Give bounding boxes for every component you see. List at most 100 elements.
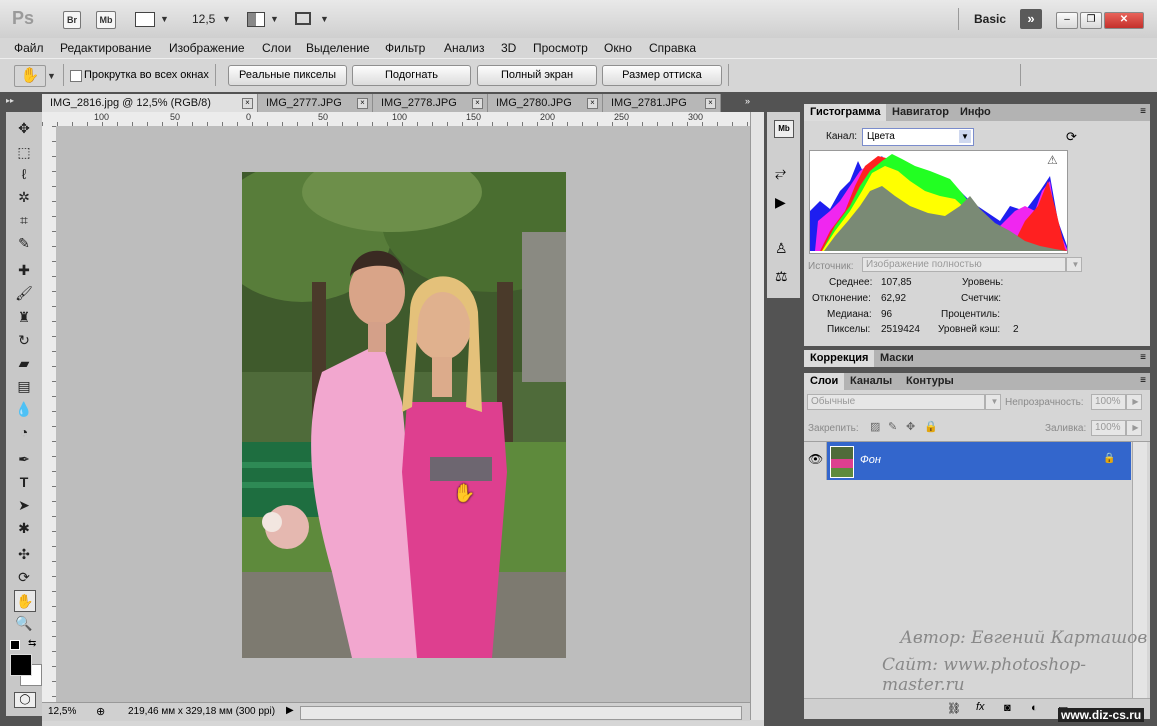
arrange-documents-icon[interactable] bbox=[247, 12, 265, 27]
chevron-right-icon[interactable]: ▶ bbox=[1126, 420, 1142, 436]
horizontal-scrollbar[interactable] bbox=[300, 706, 742, 720]
chevron-down-icon[interactable]: ▼ bbox=[985, 394, 1001, 410]
link-layers-icon[interactable]: ⛓ bbox=[947, 702, 961, 715]
tool-presets-icon[interactable]: ⚖ bbox=[775, 268, 788, 285]
chevron-down-icon[interactable]: ▼ bbox=[160, 14, 169, 24]
magic-wand-tool-icon[interactable]: ✲ bbox=[14, 187, 34, 207]
chevron-down-icon[interactable]: ▼ bbox=[320, 14, 329, 24]
crop-tool-icon[interactable]: ⌗ bbox=[14, 210, 34, 230]
menu-edit[interactable]: Редактирование bbox=[60, 41, 151, 55]
menu-window[interactable]: Окно bbox=[604, 41, 632, 55]
status-info-icon[interactable]: ⊕ bbox=[96, 705, 105, 718]
warning-icon[interactable]: ⚠ bbox=[1047, 153, 1058, 167]
default-colors-icon[interactable] bbox=[10, 640, 20, 650]
layer-visibility-cell[interactable]: 👁 bbox=[804, 442, 827, 480]
type-tool-icon[interactable]: T bbox=[14, 472, 34, 492]
foreground-color-swatch[interactable] bbox=[10, 654, 32, 676]
menu-filter[interactable]: Фильтр bbox=[385, 41, 425, 55]
adjustment-layer-icon[interactable]: ◐ bbox=[1031, 702, 1038, 714]
bridge-button[interactable]: Br bbox=[63, 11, 81, 29]
chevron-down-icon[interactable]: ▼ bbox=[47, 71, 56, 81]
tab-img-2781[interactable]: IMG_2781.JPG × bbox=[603, 94, 721, 112]
menu-file[interactable]: Файл bbox=[14, 41, 44, 55]
mask-icon[interactable]: ◙ bbox=[1004, 702, 1011, 714]
restore-button[interactable]: ❐ bbox=[1080, 12, 1102, 29]
clone-stamp-tool-icon[interactable]: ♜ bbox=[14, 307, 34, 327]
chevron-down-icon[interactable]: ▼ bbox=[959, 130, 971, 143]
zoom-tool-icon[interactable]: 🔍 bbox=[14, 613, 34, 633]
extras-icon[interactable] bbox=[135, 12, 155, 27]
tab-paths[interactable]: Контуры bbox=[900, 373, 960, 390]
lock-all-icon[interactable]: 🔒 bbox=[924, 420, 938, 433]
actual-pixels-button[interactable]: Реальные пикселы bbox=[228, 65, 347, 86]
tab-navigator[interactable]: Навигатор bbox=[886, 104, 955, 121]
path-selection-tool-icon[interactable]: ➤ bbox=[14, 495, 34, 515]
fill-screen-button[interactable]: Полный экран bbox=[477, 65, 597, 86]
tab-img-2778[interactable]: IMG_2778.JPG × bbox=[373, 94, 488, 112]
hand-tool-preset-icon[interactable]: ✋ bbox=[14, 65, 46, 87]
menu-analysis[interactable]: Анализ bbox=[444, 41, 485, 55]
clone-source-icon[interactable]: ♙ bbox=[775, 240, 788, 257]
channel-select[interactable]: Цвета ▼ bbox=[862, 128, 974, 146]
mini-bridge-button[interactable]: Mb bbox=[96, 11, 116, 29]
quick-mask-icon[interactable]: ◯ bbox=[14, 692, 36, 708]
chevron-down-icon[interactable]: ▼ bbox=[222, 14, 231, 24]
swap-colors-icon[interactable]: ⇆ bbox=[28, 638, 36, 649]
dodge-tool-icon[interactable]: ◔ bbox=[14, 422, 34, 442]
status-zoom[interactable]: 12,5% bbox=[48, 706, 76, 717]
tab-img-2777[interactable]: IMG_2777.JPG × bbox=[258, 94, 373, 112]
tab-layers[interactable]: Слои bbox=[804, 373, 845, 390]
layer-name[interactable]: Фон bbox=[860, 454, 881, 466]
brush-tool-icon[interactable]: 🖌 bbox=[14, 283, 34, 303]
gradient-tool-icon[interactable]: ▤ bbox=[14, 376, 34, 396]
mini-bridge-icon[interactable]: Mb bbox=[774, 120, 794, 138]
history-icon[interactable]: ⥂ bbox=[775, 164, 786, 181]
menu-image[interactable]: Изображение bbox=[169, 41, 245, 55]
fit-screen-button[interactable]: Подогнать bbox=[352, 65, 471, 86]
healing-brush-tool-icon[interactable]: ✚ bbox=[14, 260, 34, 280]
3d-orbit-tool-icon[interactable]: ⟳ bbox=[14, 567, 34, 587]
lock-transparency-icon[interactable]: ▨ bbox=[870, 420, 880, 433]
panel-menu-icon[interactable]: ≡ bbox=[1140, 106, 1146, 117]
history-brush-tool-icon[interactable]: ↻ bbox=[14, 330, 34, 350]
scroll-all-windows-checkbox[interactable] bbox=[70, 70, 82, 82]
actions-icon[interactable]: ▶ bbox=[775, 194, 786, 211]
tab-adjustments[interactable]: Коррекция bbox=[804, 350, 875, 367]
blur-tool-icon[interactable]: 💧 bbox=[14, 399, 34, 419]
status-menu-icon[interactable]: ▶ bbox=[286, 705, 294, 716]
lock-pixels-icon[interactable]: ✎ bbox=[888, 420, 897, 433]
fill-input[interactable]: 100% bbox=[1091, 420, 1126, 436]
close-icon[interactable]: × bbox=[357, 98, 368, 109]
more-tabs-icon[interactable]: » bbox=[745, 96, 750, 106]
move-tool-icon[interactable]: ✥ bbox=[14, 118, 34, 138]
close-icon[interactable]: × bbox=[242, 98, 253, 109]
close-button[interactable]: ✕ bbox=[1104, 12, 1144, 29]
panel-menu-icon[interactable]: ≡ bbox=[1140, 352, 1146, 363]
3d-rotate-tool-icon[interactable]: ✣ bbox=[14, 544, 34, 564]
close-icon[interactable]: × bbox=[472, 98, 483, 109]
shape-tool-icon[interactable]: ✱ bbox=[14, 518, 34, 538]
refresh-icon[interactable]: ⟳ bbox=[1066, 129, 1077, 145]
fx-icon[interactable]: fx bbox=[976, 701, 985, 713]
tab-img-2816[interactable]: IMG_2816.jpg @ 12,5% (RGB/8) × bbox=[42, 94, 258, 112]
workspace-switcher-button[interactable]: » bbox=[1020, 9, 1042, 29]
tab-img-2780[interactable]: IMG_2780.JPG × bbox=[488, 94, 603, 112]
minimize-button[interactable]: – bbox=[1056, 12, 1078, 29]
marquee-tool-icon[interactable]: ⬚ bbox=[14, 142, 34, 162]
workspace-label[interactable]: Basic bbox=[974, 12, 1006, 26]
menu-select[interactable]: Выделение bbox=[306, 41, 370, 55]
menu-layer[interactable]: Слои bbox=[262, 41, 291, 55]
close-icon[interactable]: × bbox=[705, 98, 716, 109]
chevron-right-icon[interactable]: ▶ bbox=[1126, 394, 1142, 410]
vertical-scrollbar[interactable] bbox=[750, 112, 765, 720]
blend-mode-select[interactable]: Обычные bbox=[807, 394, 985, 410]
eraser-tool-icon[interactable]: ▰ bbox=[14, 353, 34, 373]
menu-view[interactable]: Просмотр bbox=[533, 41, 588, 55]
zoom-level[interactable]: 12,5 bbox=[192, 12, 215, 26]
tab-info[interactable]: Инфо bbox=[954, 104, 997, 121]
print-size-button[interactable]: Размер оттиска bbox=[602, 65, 722, 86]
menu-help[interactable]: Справка bbox=[649, 41, 696, 55]
layer-row-background[interactable]: Фон 🔒 bbox=[827, 442, 1131, 480]
pen-tool-icon[interactable]: ✒ bbox=[14, 449, 34, 469]
lasso-tool-icon[interactable]: ℓ bbox=[14, 164, 34, 184]
